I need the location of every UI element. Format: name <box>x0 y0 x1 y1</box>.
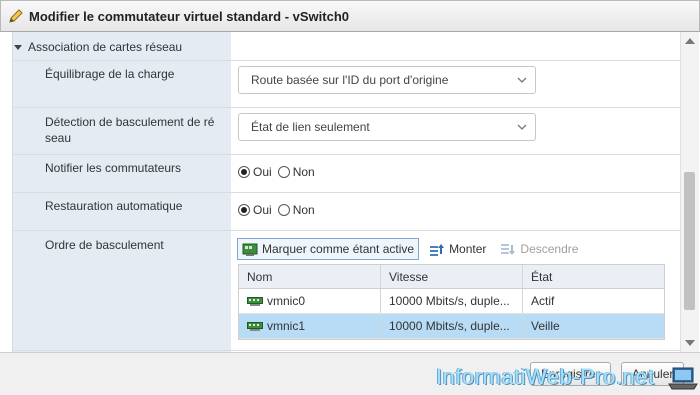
failback-no-label[interactable]: Non <box>293 203 315 217</box>
caret-down-icon <box>14 44 22 50</box>
laptop-logo-icon <box>668 367 698 390</box>
move-down-label: Descendre <box>520 242 579 256</box>
section-title: Association de cartes réseau <box>28 40 183 54</box>
notify-switches-label: Notifier les commutateurs <box>45 161 182 175</box>
failover-order-grid: Nom Vitesse État vmnic0 10000 Mbits/s, d… <box>238 264 665 340</box>
vertical-scrollbar[interactable] <box>680 32 699 352</box>
failover-order-label: Ordre de basculement <box>45 238 164 252</box>
failback-radio-group: Oui Non <box>238 201 321 219</box>
failback-yes-label[interactable]: Oui <box>253 203 272 217</box>
dialog-title: Modifier le commutateur virtuel standard… <box>29 9 350 24</box>
nic-active-icon <box>242 243 258 256</box>
failback-label: Restauration automatique <box>45 199 183 213</box>
move-down-button[interactable]: Descendre <box>496 238 582 260</box>
notify-switches-yes-label[interactable]: Oui <box>253 165 272 179</box>
load-balancing-value: Route basée sur l'ID du port d'origine <box>251 73 449 87</box>
nic-name: vmnic0 <box>267 294 306 308</box>
nic-speed: 10000 Mbits/s, duple... <box>381 289 523 313</box>
failover-detection-label: Détection de basculement de ré seau <box>45 115 215 145</box>
mark-active-label: Marquer comme étant active <box>262 242 415 256</box>
dialog-titlebar: Modifier le commutateur virtuel standard… <box>0 0 700 32</box>
column-header-state[interactable]: État <box>523 265 664 288</box>
scroll-down-icon[interactable] <box>685 340 695 346</box>
nic-name: vmnic1 <box>267 319 306 333</box>
load-balancing-label: Équilibrage de la charge <box>45 67 175 81</box>
failover-detection-value: État de lien seulement <box>251 120 370 134</box>
notify-switches-yes-radio[interactable] <box>238 166 250 178</box>
move-up-button[interactable]: Monter <box>425 238 490 260</box>
failback-no-radio[interactable] <box>277 204 290 216</box>
network-adapter-icon <box>247 321 263 331</box>
move-down-icon <box>501 244 516 255</box>
move-up-icon <box>430 244 445 256</box>
watermark: InformatiWeb-Pro.net <box>436 364 655 389</box>
notify-switches-no-radio[interactable] <box>277 166 290 178</box>
table-row[interactable]: vmnic1 10000 Mbits/s, duple... Veille <box>239 314 664 339</box>
network-adapter-icon <box>247 296 263 306</box>
scrollbar-thumb[interactable] <box>684 172 695 310</box>
scroll-up-icon[interactable] <box>685 38 695 44</box>
move-up-label: Monter <box>449 242 487 256</box>
load-balancing-select[interactable]: Route basée sur l'ID du port d'origine <box>238 66 536 94</box>
nic-state: Veille <box>531 319 560 333</box>
failback-yes-radio[interactable] <box>238 204 250 216</box>
chevron-down-icon <box>517 124 527 130</box>
pencil-icon <box>9 9 23 23</box>
section-header-nic-teaming[interactable]: Association de cartes réseau <box>14 38 182 56</box>
failover-order-toolbar: Marquer comme étant active Monter Descen… <box>237 237 588 261</box>
dialog-content: Association de cartes réseau Équilibrage… <box>0 32 700 352</box>
notify-switches-radio-group: Oui Non <box>238 163 321 181</box>
column-header-speed[interactable]: Vitesse <box>381 265 523 288</box>
chevron-down-icon <box>517 77 527 83</box>
table-row[interactable]: vmnic0 10000 Mbits/s, duple... Actif <box>239 289 664 314</box>
nic-state: Actif <box>531 294 555 308</box>
mark-active-button[interactable]: Marquer comme étant active <box>237 238 420 260</box>
failover-detection-select[interactable]: État de lien seulement <box>238 113 536 141</box>
notify-switches-no-label[interactable]: Non <box>293 165 315 179</box>
column-header-name[interactable]: Nom <box>239 265 381 288</box>
grid-header: Nom Vitesse État <box>239 265 664 289</box>
nic-speed: 10000 Mbits/s, duple... <box>381 314 523 338</box>
